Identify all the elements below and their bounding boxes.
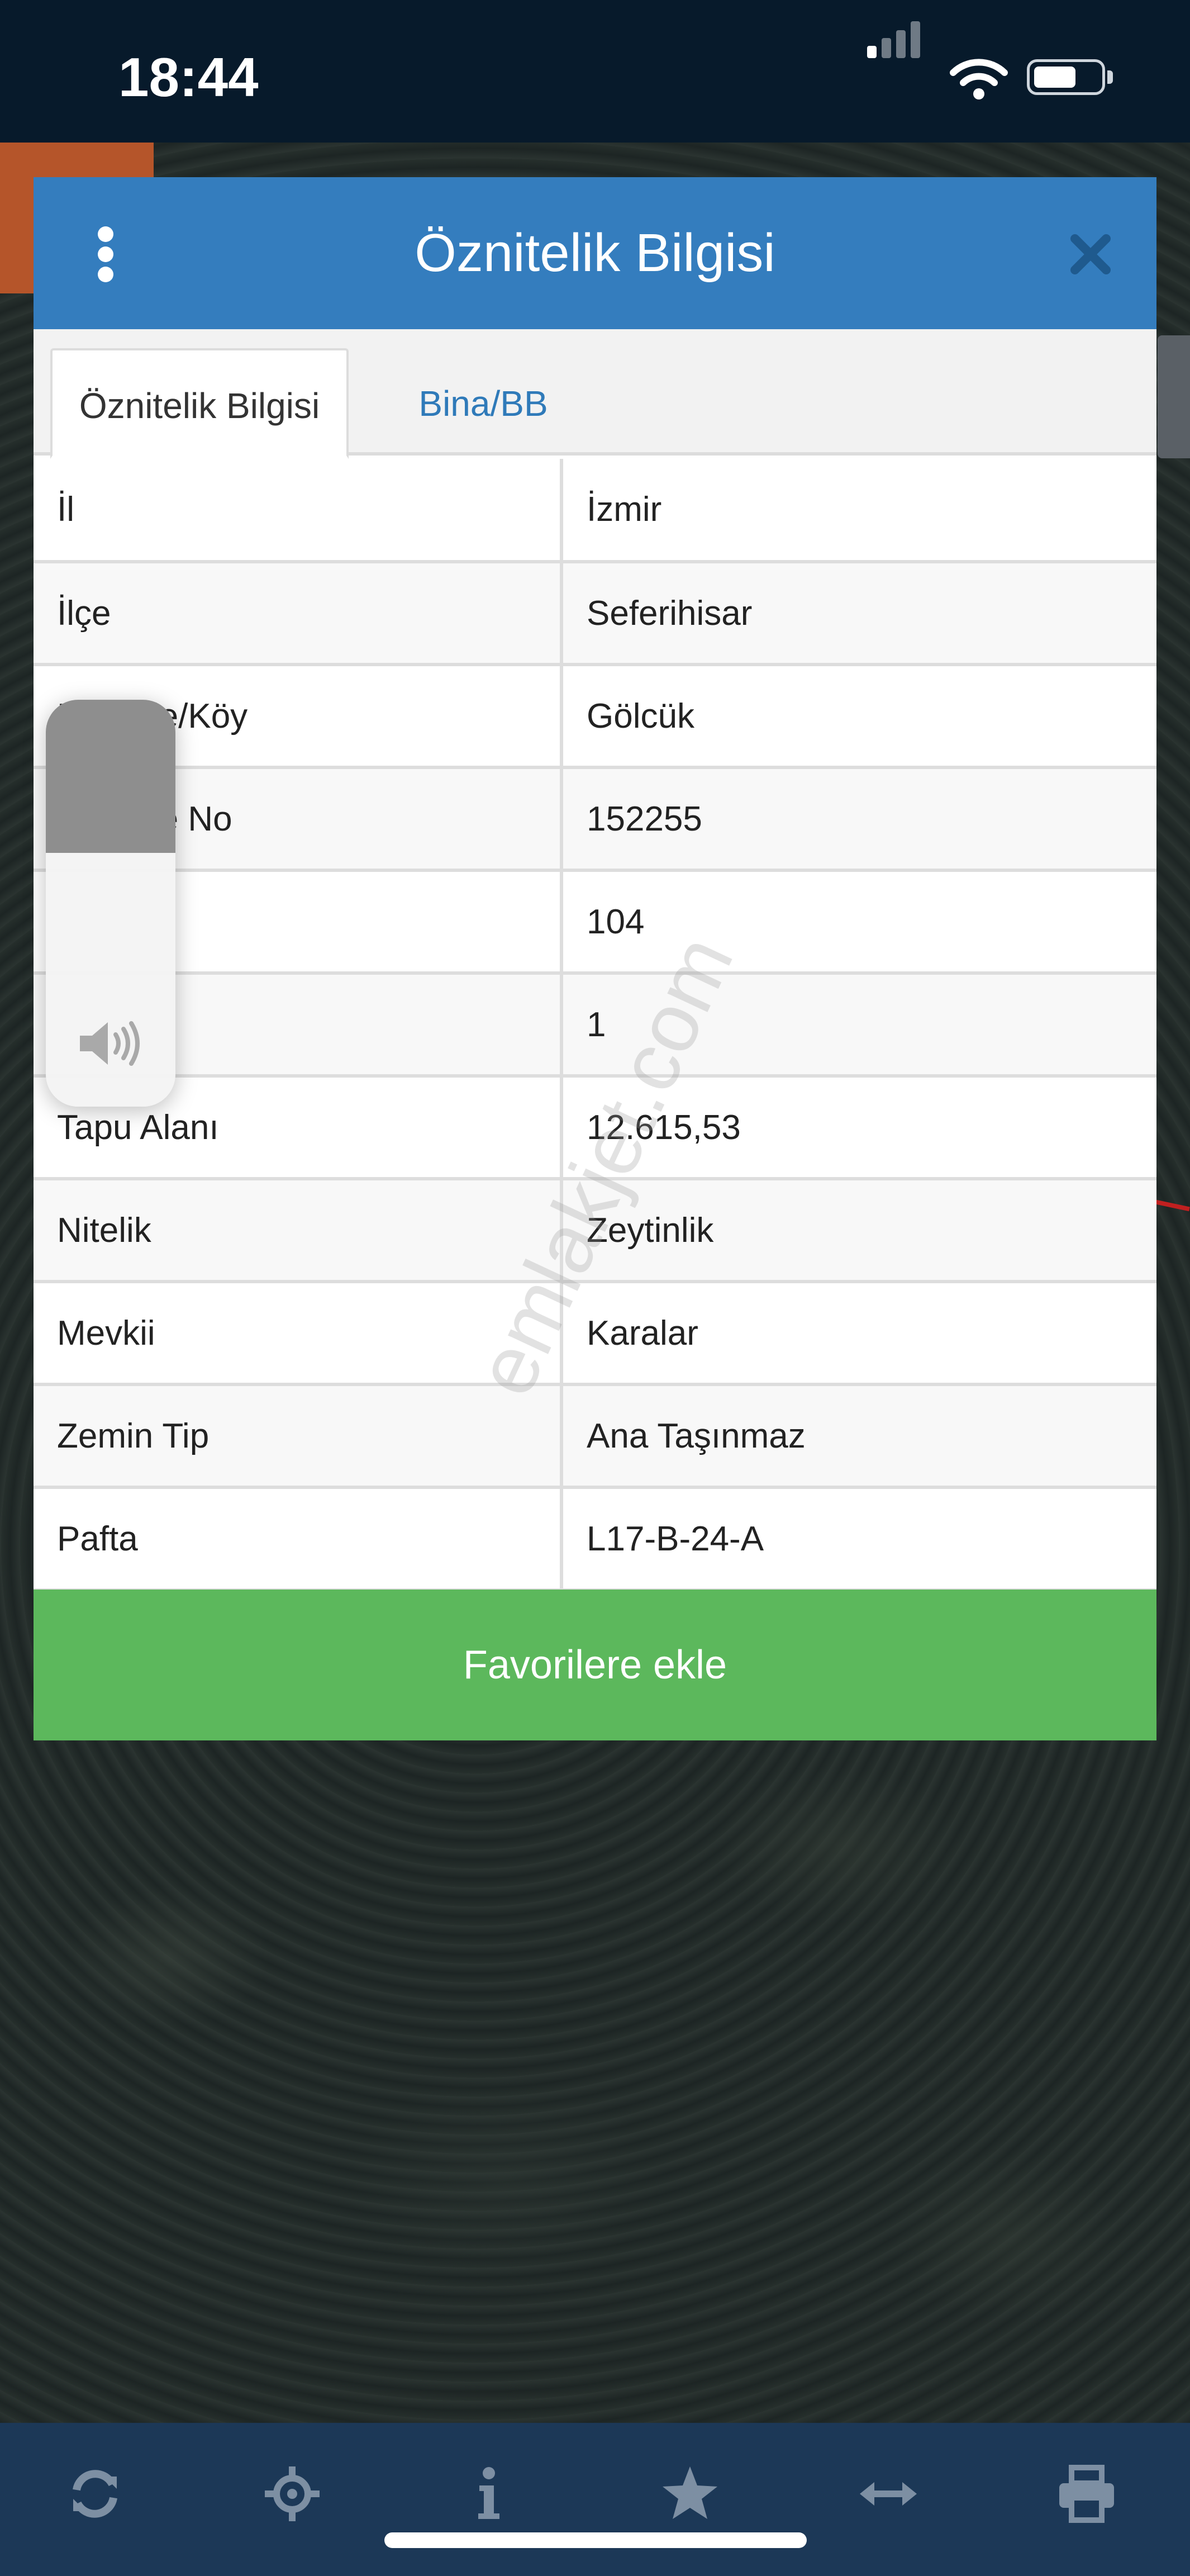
table-row: Mahalle/Köy Gölcük <box>34 665 1156 769</box>
attribute-key: Zemin Tip <box>34 1384 563 1489</box>
attribute-value: Karalar <box>561 1282 1156 1386</box>
attribute-key: Pafta <box>34 1487 563 1592</box>
attribute-value: Zeytinlik <box>561 1179 1156 1283</box>
table-row: Tapu Alanı 12.615,53 <box>34 1076 1156 1180</box>
battery-tip <box>1107 70 1113 84</box>
table-row: 104 <box>34 870 1156 975</box>
table-row: Mahalle No 152255 <box>34 767 1156 872</box>
table-row: 1 <box>34 973 1156 1078</box>
bottom-toolbar <box>0 2423 1190 2576</box>
table-row: Nitelik Zeytinlik <box>34 1179 1156 1283</box>
attribute-value: L17-B-24-A <box>561 1487 1156 1592</box>
speaker-icon <box>80 1021 140 1066</box>
tab-building-list[interactable]: Bina/BB Listesi <box>363 348 603 534</box>
tab-attribute-info[interactable]: Öznitelik Bilgisi <box>50 348 349 459</box>
locate-icon[interactable] <box>261 2463 323 2525</box>
print-icon[interactable] <box>1056 2463 1117 2525</box>
status-time: 18:44 <box>118 46 259 108</box>
status-bar: 18:44 <box>0 0 1190 143</box>
attribute-table: İl İzmir İlçe Seferihisar Mahalle/Köy Gö… <box>34 459 1156 1592</box>
dialog-title: Öznitelik Bilgisi <box>415 223 775 283</box>
measure-icon[interactable] <box>858 2463 919 2525</box>
table-row: Pafta L17-B-24-A <box>34 1487 1156 1592</box>
attribute-value: 12.615,53 <box>561 1076 1156 1180</box>
dialog-tabs: Öznitelik Bilgisi Bina/BB Listesi <box>34 329 1156 534</box>
attribute-value: 1 <box>561 973 1156 1078</box>
attribute-key: İl <box>34 459 563 563</box>
attribute-value: Seferihisar <box>561 562 1156 666</box>
close-icon[interactable] <box>1067 231 1114 278</box>
attribute-key: Nitelik <box>34 1179 563 1283</box>
attribute-info-dialog: Öznitelik Bilgisi Öznitelik Bilgisi Bina… <box>34 177 1156 1740</box>
table-row: Mevkii Karalar <box>34 1282 1156 1386</box>
battery-icon <box>1027 59 1105 95</box>
volume-level <box>46 700 175 853</box>
attribute-value: 152255 <box>561 767 1156 872</box>
attribute-value: 104 <box>561 870 1156 975</box>
attribute-value: İzmir <box>561 459 1156 563</box>
table-row: Zemin Tip Ana Taşınmaz <box>34 1384 1156 1489</box>
table-row: İlçe Seferihisar <box>34 562 1156 666</box>
add-to-favorites-button[interactable]: Favorilere ekle <box>34 1590 1156 1740</box>
volume-hud <box>46 700 175 1107</box>
attribute-key: Mevkii <box>34 1282 563 1386</box>
star-icon[interactable] <box>659 2463 721 2525</box>
attribute-value: Gölcük <box>561 665 1156 769</box>
map-side-control[interactable] <box>1158 335 1190 458</box>
attribute-value: Ana Taşınmaz <box>561 1384 1156 1489</box>
info-icon[interactable] <box>458 2463 520 2525</box>
home-indicator[interactable] <box>384 2532 807 2548</box>
more-menu-icon[interactable] <box>98 226 115 282</box>
dialog-header: Öznitelik Bilgisi <box>34 177 1156 329</box>
refresh-icon[interactable] <box>64 2463 126 2525</box>
wifi-icon <box>950 59 1008 99</box>
attribute-key: İlçe <box>34 562 563 666</box>
table-row: İl İzmir <box>34 459 1156 563</box>
